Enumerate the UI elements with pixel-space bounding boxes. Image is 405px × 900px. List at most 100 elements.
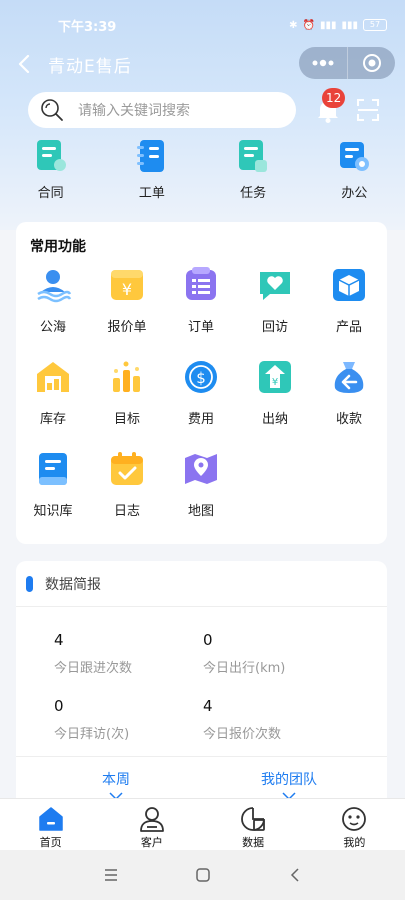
function-label: 出纳 bbox=[261, 412, 288, 427]
log-icon bbox=[111, 452, 143, 485]
collection-icon bbox=[334, 362, 364, 393]
work-order-icon bbox=[136, 140, 164, 172]
office-icon bbox=[340, 142, 370, 171]
profile-icon bbox=[342, 807, 367, 831]
back-button[interactable] bbox=[14, 54, 34, 74]
function-target[interactable]: 目标 bbox=[90, 358, 164, 427]
task-icon bbox=[239, 140, 268, 172]
tab-label: 数据 bbox=[242, 836, 265, 849]
function-label: 公海 bbox=[39, 320, 66, 335]
close-button[interactable] bbox=[347, 47, 395, 79]
chevron-left-icon bbox=[290, 868, 299, 882]
function-cashier[interactable]: ¥ 出纳 bbox=[238, 358, 312, 427]
menu-button[interactable] bbox=[101, 865, 121, 885]
function-product[interactable]: 产品 bbox=[312, 266, 386, 335]
order-icon bbox=[186, 267, 216, 300]
search-row: 请输入关键词搜索 12 bbox=[0, 88, 405, 128]
function-public-pool[interactable]: 公海 bbox=[16, 266, 90, 335]
bottom-tab-bar: 首页 客户 数据 我的 bbox=[0, 798, 405, 850]
home-button[interactable] bbox=[193, 865, 213, 885]
quick-action-work-order[interactable]: 工单 bbox=[101, 138, 202, 208]
function-label: 产品 bbox=[335, 320, 362, 335]
quick-action-contract[interactable]: 合同 bbox=[0, 138, 101, 208]
expense-icon: $ bbox=[185, 361, 217, 393]
tab-data[interactable]: 数据 bbox=[203, 799, 304, 850]
section-title: 常用功能 bbox=[30, 239, 86, 255]
period-selector[interactable]: 本周 bbox=[46, 769, 186, 801]
system-nav-bar bbox=[0, 850, 405, 900]
section-title: 数据简报 bbox=[45, 576, 101, 593]
signal-icon: ▮▮▮ bbox=[319, 19, 337, 31]
customer-icon bbox=[139, 807, 164, 832]
quick-action-task[interactable]: 任务 bbox=[203, 138, 304, 208]
revisit-icon bbox=[260, 272, 290, 300]
function-inventory[interactable]: 库存 bbox=[16, 358, 90, 427]
tab-profile[interactable]: 我的 bbox=[304, 799, 405, 850]
more-dots-icon bbox=[312, 59, 334, 67]
quick-action-label: 办公 bbox=[341, 186, 368, 201]
stat-label: 今日报价次数 bbox=[203, 727, 282, 742]
scope-label: 我的团队 bbox=[261, 772, 317, 788]
common-functions-card: 常用功能 公海 ¥ 报价单 订单 回访 产品 库存 目标 $ 费用 ¥ 出纳 收… bbox=[16, 222, 387, 544]
notification-badge: 12 bbox=[322, 88, 346, 108]
system-back-button[interactable] bbox=[285, 865, 305, 885]
inventory-icon bbox=[37, 362, 69, 392]
alarm-icon: ⏰ bbox=[302, 19, 315, 31]
stat-value: 4 bbox=[203, 697, 213, 715]
tab-label: 客户 bbox=[140, 836, 163, 849]
bluetooth-icon: ✱ bbox=[289, 19, 298, 31]
function-order[interactable]: 订单 bbox=[164, 266, 238, 335]
wifi-icon: ▮▮▮ bbox=[341, 19, 358, 31]
status-time: 下午3:39 bbox=[58, 19, 117, 35]
chevron-left-icon bbox=[18, 55, 30, 73]
function-revisit[interactable]: 回访 bbox=[238, 266, 312, 335]
function-label: 库存 bbox=[39, 412, 66, 427]
tab-home[interactable]: 首页 bbox=[0, 799, 101, 850]
divider bbox=[16, 756, 387, 757]
function-label: 收款 bbox=[335, 412, 362, 427]
function-label: 报价单 bbox=[107, 320, 147, 335]
knowledge-base-icon bbox=[39, 453, 67, 485]
period-label: 本周 bbox=[102, 772, 130, 788]
search-input[interactable]: 请输入关键词搜索 bbox=[28, 92, 296, 128]
mini-program-capsule bbox=[299, 47, 395, 79]
scan-icon[interactable] bbox=[357, 99, 379, 121]
page-title: 青动E售后 bbox=[48, 56, 132, 77]
stat-value: 0 bbox=[54, 697, 64, 715]
tab-label: 我的 bbox=[343, 836, 366, 849]
stat-label: 今日出行(km) bbox=[203, 661, 286, 676]
function-label: 回访 bbox=[261, 320, 288, 335]
product-icon bbox=[333, 269, 365, 301]
nav-bar: 青动E售后 bbox=[0, 45, 405, 83]
function-quotation[interactable]: ¥ 报价单 bbox=[90, 266, 164, 335]
function-expense[interactable]: $ 费用 bbox=[164, 358, 238, 427]
stat-quotations: 4 今日报价次数 bbox=[203, 697, 281, 742]
stat-value: 0 bbox=[203, 631, 213, 649]
quick-actions: 合同 工单 任务 办公 bbox=[0, 138, 405, 208]
function-label: 目标 bbox=[113, 412, 140, 427]
tab-customer[interactable]: 客户 bbox=[101, 799, 202, 850]
stat-label: 今日拜访(次) bbox=[54, 727, 130, 742]
more-button[interactable] bbox=[299, 47, 347, 79]
quick-action-label: 工单 bbox=[138, 186, 165, 201]
quick-action-label: 任务 bbox=[240, 186, 267, 201]
function-knowledge-base[interactable]: 知识库 bbox=[16, 450, 90, 519]
menu-lines-icon bbox=[104, 869, 117, 881]
cashier-icon: ¥ bbox=[259, 361, 291, 393]
stat-visits: 0 今日拜访(次) bbox=[54, 697, 129, 742]
stat-label: 今日跟进次数 bbox=[54, 661, 133, 676]
stat-follow-ups: 4 今日跟进次数 bbox=[54, 631, 132, 676]
quick-action-office[interactable]: 办公 bbox=[304, 138, 405, 208]
svg-text:¥: ¥ bbox=[122, 280, 132, 299]
target-close-icon bbox=[362, 54, 381, 72]
contract-icon bbox=[36, 140, 66, 171]
home-icon bbox=[38, 807, 63, 831]
scope-selector[interactable]: 我的团队 bbox=[219, 769, 359, 801]
data-report-card: 数据简报 4 今日跟进次数 0 今日出行(km) 0 今日拜访(次) 4 今日报… bbox=[16, 561, 387, 821]
function-map[interactable]: 地图 bbox=[164, 450, 238, 519]
function-label: 日志 bbox=[113, 504, 140, 519]
tab-label: 首页 bbox=[39, 836, 62, 849]
data-icon bbox=[241, 807, 266, 831]
function-collection[interactable]: 收款 bbox=[312, 358, 386, 427]
function-log[interactable]: 日志 bbox=[90, 450, 164, 519]
